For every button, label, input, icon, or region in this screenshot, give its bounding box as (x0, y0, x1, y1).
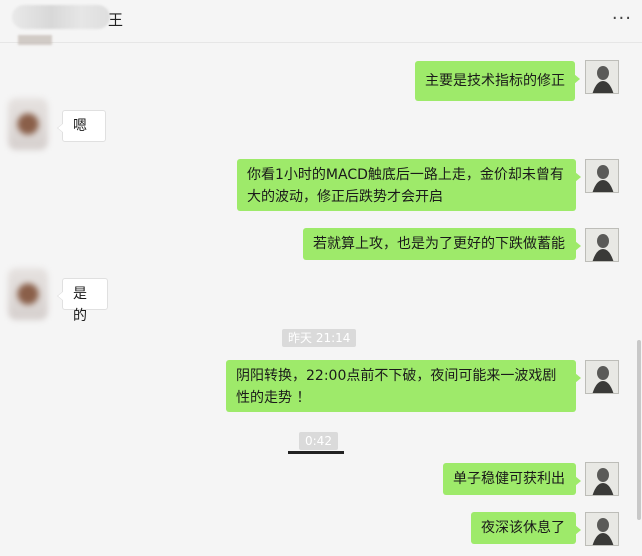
message-bubble-received[interactable]: 嗯 (57, 110, 106, 142)
message-bubble-sent[interactable]: 主要是技术指标的修正 (415, 61, 580, 101)
my-avatar[interactable] (585, 159, 619, 193)
message-bubble-sent[interactable]: 阴阳转换，22:00点前不下破，夜间可能来一波戏剧性的走势 ！ (226, 360, 581, 412)
my-avatar[interactable] (585, 512, 619, 546)
message-bubble-sent[interactable]: 单子稳健可获利出 (443, 463, 581, 495)
contact-avatar[interactable] (8, 268, 52, 328)
message-bubble-received[interactable]: 是的 (57, 278, 108, 324)
voice-progress-line (288, 451, 344, 454)
voice-time-label: 0:42 (299, 432, 338, 450)
my-avatar[interactable] (585, 60, 619, 94)
contact-avatar[interactable] (8, 98, 52, 158)
my-avatar[interactable] (585, 462, 619, 496)
my-avatar[interactable] (585, 228, 619, 262)
more-options-button[interactable]: ··· (612, 8, 632, 29)
chat-scrollbar[interactable] (637, 340, 641, 520)
message-bubble-sent[interactable]: 你看1小时的MACD触底后一路上走，金价却未曾有大的波动，修正后跌势才会开启 (237, 159, 581, 211)
message-bubble-sent[interactable]: 若就算上攻，也是为了更好的下跌做蓄能 (303, 228, 581, 260)
my-avatar[interactable] (585, 360, 619, 394)
chat-title: 王 (108, 11, 124, 29)
message-timestamp: 昨天 21:14 (282, 329, 357, 347)
contact-name-blurred (12, 5, 110, 29)
avatar (18, 35, 52, 45)
chat-header: 王 ··· (0, 0, 642, 43)
message-bubble-sent[interactable]: 夜深该休息了 (471, 512, 581, 544)
